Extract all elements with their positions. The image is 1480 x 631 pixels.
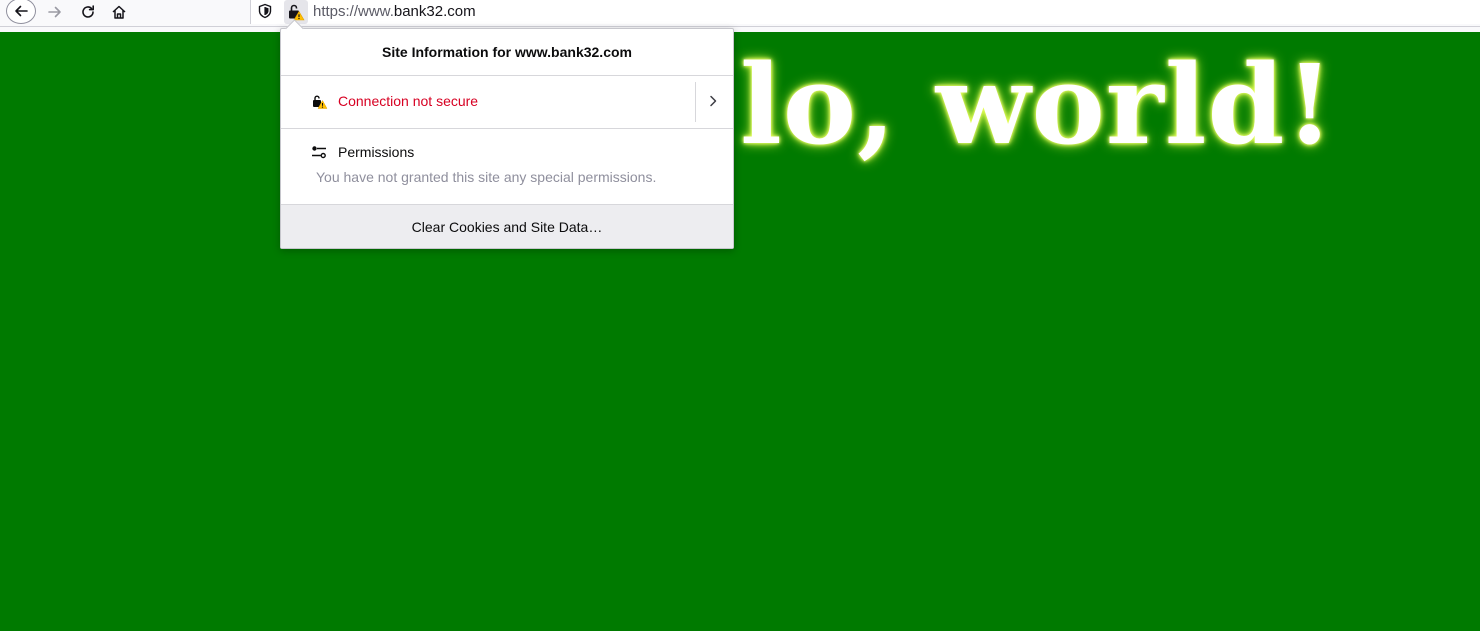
url-text[interactable]: https://www.bank32.com <box>313 3 476 20</box>
back-icon <box>15 5 28 17</box>
home-button[interactable] <box>105 0 133 24</box>
site-information-panel: Site Information for www.bank32.com Conn… <box>280 19 734 249</box>
forward-button[interactable] <box>41 0 69 24</box>
url-bar[interactable]: https://www.bank32.com <box>250 0 1480 24</box>
permissions-description: You have not granted this site any speci… <box>316 169 657 185</box>
reload-icon <box>82 5 94 18</box>
forward-icon <box>48 6 61 18</box>
back-button[interactable] <box>6 0 36 24</box>
popup-title: Site Information for www.bank32.com <box>281 29 733 76</box>
clear-cookies-button[interactable]: Clear Cookies and Site Data… <box>281 205 733 248</box>
reload-button[interactable] <box>74 0 102 24</box>
tracking-shield-icon[interactable] <box>257 3 273 24</box>
page-heading: lo, world! <box>740 40 1335 169</box>
home-icon <box>112 5 126 19</box>
divider <box>695 82 696 122</box>
permissions-section: Permissions You have not granted this si… <box>281 129 733 205</box>
connection-status-label: Connection not secure <box>338 93 479 109</box>
permissions-sliders-icon <box>311 145 327 164</box>
browser-toolbar: https://www.bank32.com <box>0 0 1480 27</box>
web-page: lo, world! <box>0 32 1480 631</box>
connection-security-row[interactable]: Connection not secure <box>281 76 733 129</box>
url-prefix: https://www. <box>313 3 394 20</box>
insecure-lock-icon <box>312 95 328 114</box>
chevron-right-icon[interactable] <box>707 94 719 113</box>
url-domain: bank32.com <box>393 3 476 20</box>
permissions-title: Permissions <box>338 144 415 160</box>
